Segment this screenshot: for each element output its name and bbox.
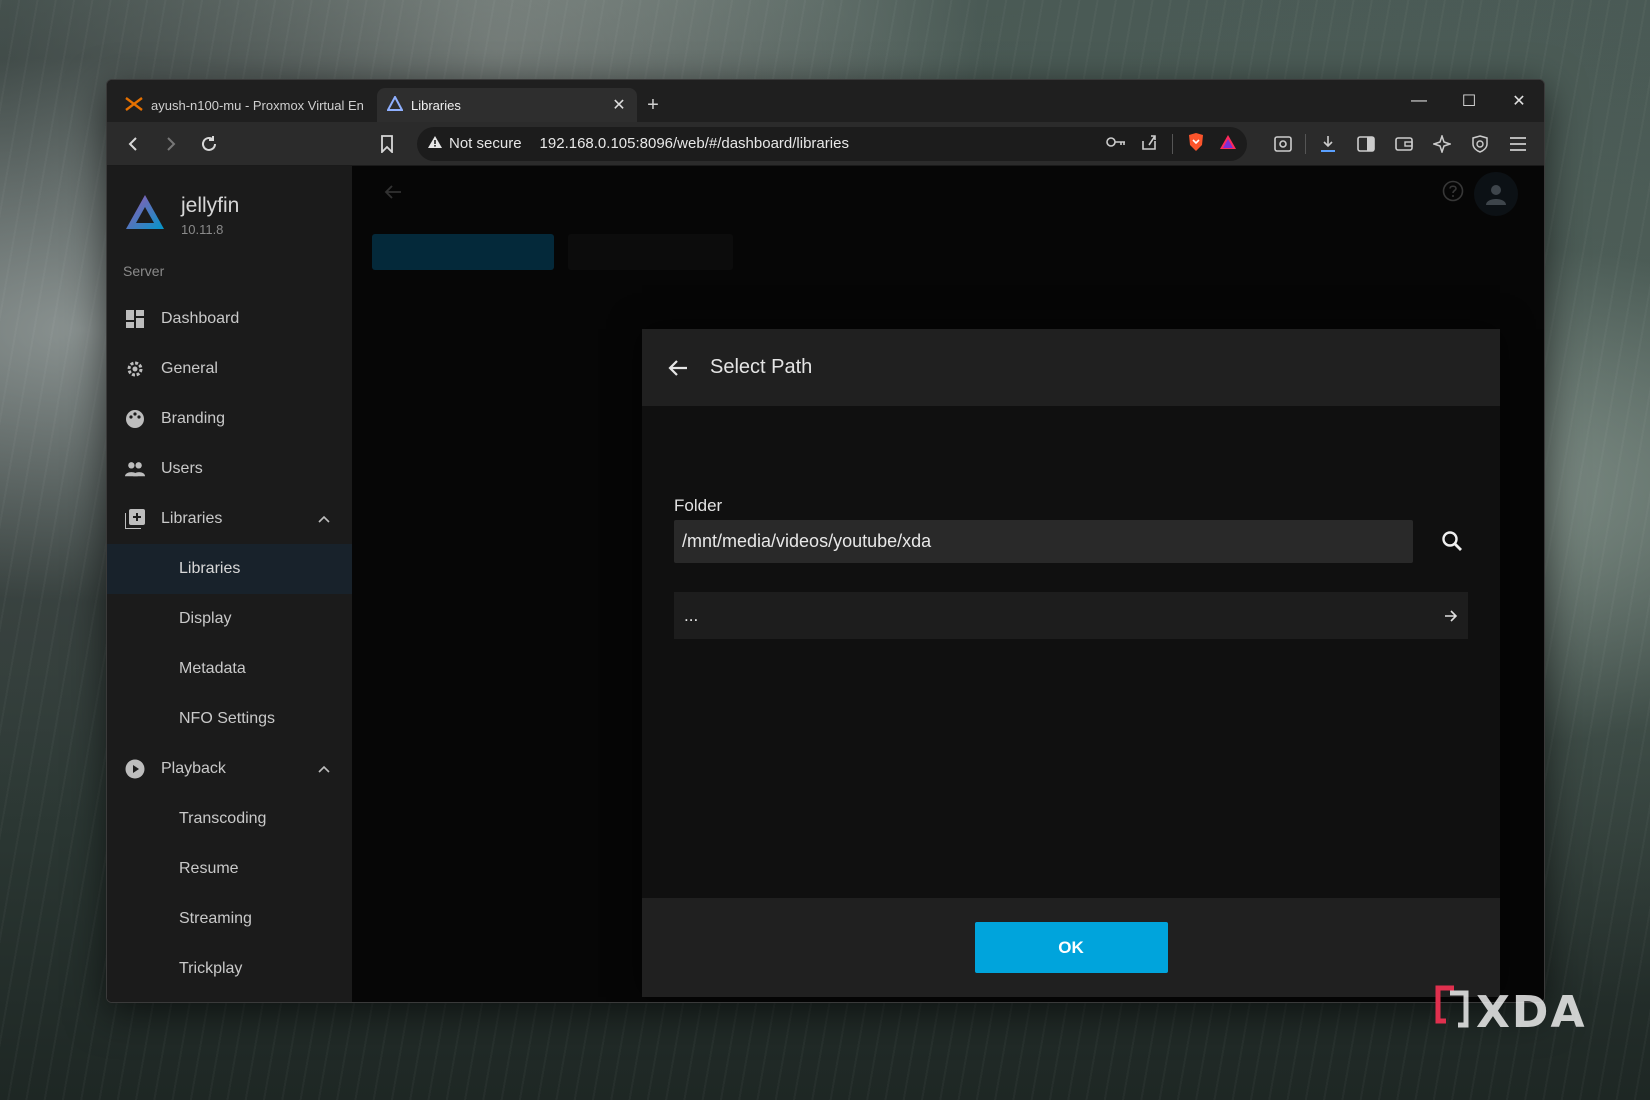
folder-label: Folder xyxy=(674,496,723,515)
arrow-right-icon xyxy=(1444,609,1458,622)
folder-path-input[interactable] xyxy=(674,520,1413,563)
section-label: Server xyxy=(123,263,165,279)
warning-icon xyxy=(427,135,443,153)
bookmark-icon[interactable] xyxy=(371,128,403,160)
xda-watermark: XDA xyxy=(1434,985,1587,1040)
dialog-header: Select Path xyxy=(642,329,1500,406)
browser-toolbar: Not secure 192.168.0.105:8096/web/#/dash… xyxy=(107,122,1544,166)
chevron-up-icon[interactable] xyxy=(318,512,330,526)
brave-rewards-icon[interactable] xyxy=(1219,134,1237,154)
tab-libraries[interactable]: Libraries ✕ xyxy=(377,88,637,122)
directory-name: ... xyxy=(684,605,699,625)
maximize-icon[interactable]: ☐ xyxy=(1444,80,1494,122)
palette-icon xyxy=(125,409,145,429)
nav-users[interactable]: Users xyxy=(107,444,352,494)
share-icon[interactable] xyxy=(1140,133,1158,155)
forward-icon[interactable] xyxy=(155,128,187,160)
nav-sub-transcoding[interactable]: Transcoding xyxy=(107,794,352,844)
proxmox-icon xyxy=(125,96,143,114)
nav-dashboard[interactable]: Dashboard xyxy=(107,294,352,344)
nav-label: Users xyxy=(161,460,203,477)
nav-sub-streaming[interactable]: Streaming xyxy=(107,894,352,944)
nav-sub-trickplay[interactable]: Trickplay xyxy=(107,944,352,994)
jellyfin-page: jellyfin 10.11.8 Server Dashboard Genera… xyxy=(107,166,1544,1002)
nav-sub-nfo-settings[interactable]: NFO Settings xyxy=(107,694,352,744)
sidebar: jellyfin 10.11.8 Server Dashboard Genera… xyxy=(107,166,352,1002)
browser-window: ayush-n100-mu - Proxmox Virtual En Libra… xyxy=(106,79,1545,1003)
minimize-icon[interactable]: — xyxy=(1394,80,1444,122)
nav-label: Branding xyxy=(161,410,226,427)
menu-icon[interactable] xyxy=(1502,128,1534,160)
security-label: Not secure xyxy=(449,135,522,152)
app-name: jellyfin xyxy=(181,193,240,217)
dialog-body: Folder ... xyxy=(642,406,1500,898)
jellyfin-tab-icon xyxy=(386,94,404,115)
ok-button[interactable]: OK xyxy=(974,922,1168,973)
dialog-footer: OK xyxy=(642,898,1500,997)
chevron-up-icon[interactable] xyxy=(318,762,330,776)
key-icon[interactable] xyxy=(1106,135,1126,152)
xda-bracket-icon xyxy=(1434,985,1470,1040)
nav-sub-libraries[interactable]: Libraries xyxy=(107,544,352,594)
users-icon xyxy=(125,459,145,479)
security-indicator[interactable]: Not secure xyxy=(427,135,530,153)
address-bar[interactable]: Not secure 192.168.0.105:8096/web/#/dash… xyxy=(417,126,1247,161)
sidebar-toggle-icon[interactable] xyxy=(1350,128,1382,160)
library-add-icon xyxy=(125,509,145,529)
play-circle-icon xyxy=(125,759,145,779)
nav-sub-display[interactable]: Display xyxy=(107,594,352,644)
nav-sub-metadata[interactable]: Metadata xyxy=(107,644,352,694)
brave-shield-icon[interactable] xyxy=(1187,132,1205,156)
dialog-title: Select Path xyxy=(710,356,813,378)
tab-title: Libraries xyxy=(411,97,461,113)
leo-ai-icon[interactable] xyxy=(1426,128,1458,160)
nav-label: Playback xyxy=(161,760,226,777)
brand[interactable]: jellyfin 10.11.8 xyxy=(107,166,352,246)
nav-sub-resume[interactable]: Resume xyxy=(107,844,352,894)
directory-list-item[interactable]: ... xyxy=(674,592,1468,639)
close-window-icon[interactable]: ✕ xyxy=(1494,80,1544,122)
dashboard-icon xyxy=(125,309,145,329)
new-tab-button[interactable]: + xyxy=(639,88,667,122)
tab-title: ayush-n100-mu - Proxmox Virtual En xyxy=(151,97,364,113)
back-icon[interactable] xyxy=(117,128,149,160)
screenshot-icon[interactable] xyxy=(1267,128,1299,160)
close-tab-icon[interactable]: ✕ xyxy=(611,95,627,115)
nav-branding[interactable]: Branding xyxy=(107,394,352,444)
main-content: Select Path Folder ... xyxy=(352,166,1544,1002)
tab-strip: ayush-n100-mu - Proxmox Virtual En Libra… xyxy=(107,80,1544,122)
jellyfin-logo-icon xyxy=(123,191,167,240)
tab-proxmox[interactable]: ayush-n100-mu - Proxmox Virtual En xyxy=(115,88,375,122)
xda-watermark-text: XDA xyxy=(1476,987,1587,1038)
nav-libraries[interactable]: Libraries xyxy=(107,494,352,544)
nav-label: General xyxy=(161,360,218,377)
nav-label: Dashboard xyxy=(161,310,240,327)
nav-playback[interactable]: Playback xyxy=(107,744,352,794)
vpn-icon[interactable] xyxy=(1464,128,1496,160)
nav-label: Libraries xyxy=(161,510,223,527)
gear-icon xyxy=(125,359,145,379)
download-icon[interactable] xyxy=(1312,128,1344,160)
app-version: 10.11.8 xyxy=(181,221,224,237)
nav-general[interactable]: General xyxy=(107,344,352,394)
search-icon[interactable] xyxy=(1437,526,1467,556)
url-text[interactable]: 192.168.0.105:8096/web/#/dashboard/libra… xyxy=(540,135,1096,152)
reload-icon[interactable] xyxy=(193,128,225,160)
dialog-back-icon[interactable] xyxy=(668,359,688,377)
wallet-icon[interactable] xyxy=(1388,128,1420,160)
select-path-dialog: Select Path Folder ... xyxy=(642,329,1500,997)
